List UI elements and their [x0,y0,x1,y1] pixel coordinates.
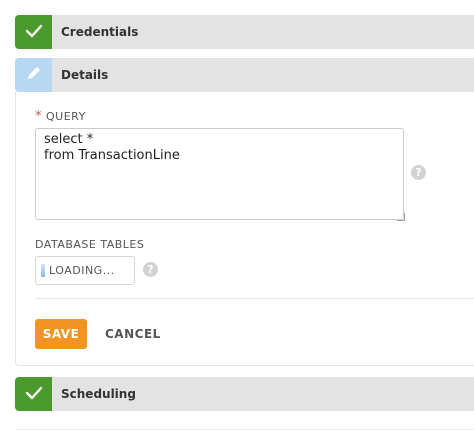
details-status [15,58,52,92]
query-textarea[interactable]: select * from TransactionLine [35,128,404,220]
pencil-icon [25,64,43,86]
bottom-divider [15,429,474,430]
scheduling-section-header[interactable]: Scheduling [15,377,474,411]
textarea-resize-handle[interactable] [397,213,405,221]
query-help-icon[interactable]: ? [411,165,426,180]
loading-spinner-icon [41,264,45,277]
database-tables-label: DATABASE TABLES [35,238,145,251]
save-button[interactable]: SAVE [35,319,87,349]
required-marker: * [35,109,42,124]
cancel-button[interactable]: CANCEL [105,319,161,349]
query-label: * QUERY [35,109,86,124]
scheduling-status [15,377,52,411]
credentials-section-header[interactable]: Credentials [15,15,474,49]
details-title: Details [61,68,109,82]
database-tables-loading: LOADING... [35,256,135,285]
check-icon [25,385,43,404]
credentials-title: Credentials [61,25,139,39]
query-label-text: QUERY [46,110,86,123]
credentials-status [15,15,52,49]
database-tables-help-icon[interactable]: ? [143,262,158,277]
details-section-header[interactable]: Details [15,58,474,92]
details-panel: * QUERY select * from TransactionLine ? D… [15,92,474,366]
divider [35,298,474,299]
scheduling-title: Scheduling [61,387,136,401]
loading-text: LOADING... [49,264,115,277]
check-icon [25,23,43,42]
